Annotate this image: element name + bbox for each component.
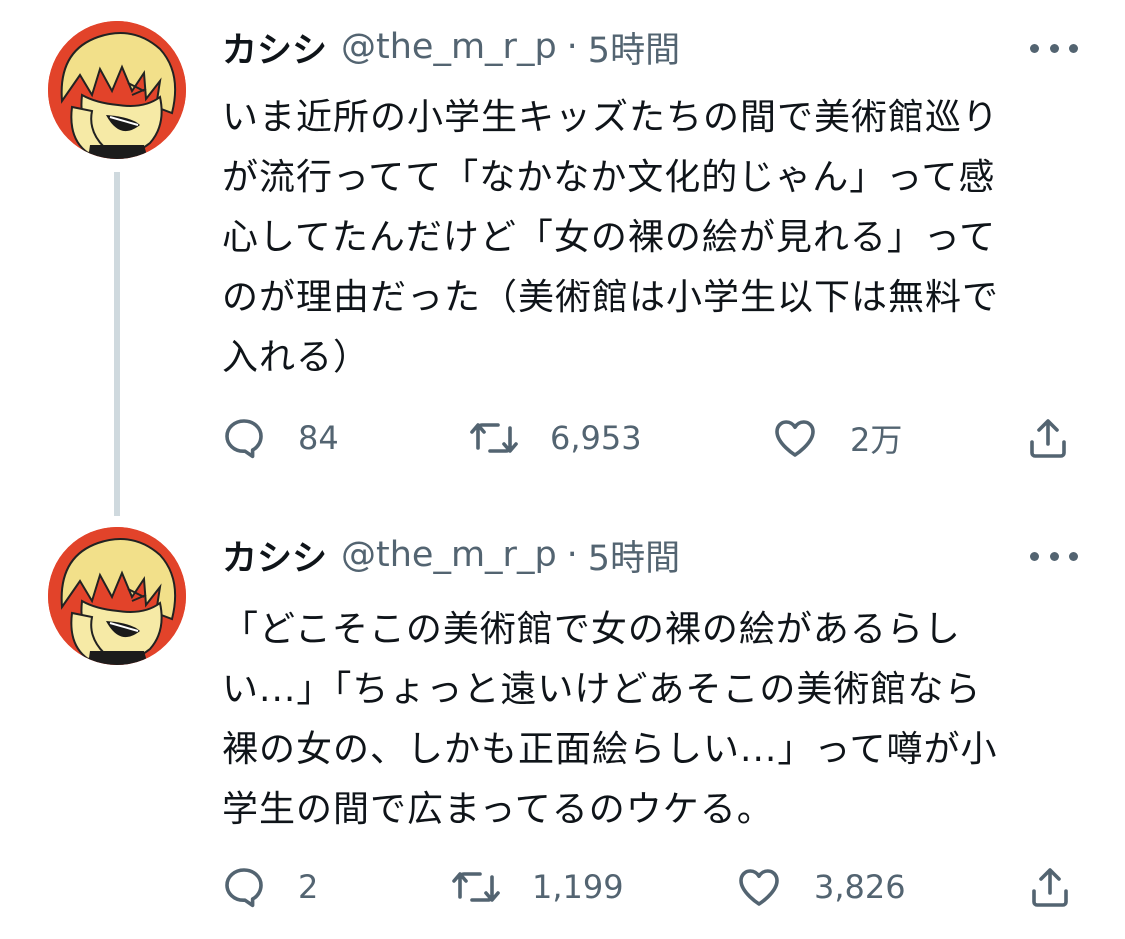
tweet[interactable]: カシシ @the_m_r_p · 5時間 いま近所の小学生キッズたちの間で美術館… <box>0 0 1125 516</box>
ellipsis-icon <box>1030 43 1039 53</box>
separator-dot: · <box>566 535 578 575</box>
tweet-actions: 84 6,953 2万 <box>0 408 1125 468</box>
tweet-actions: 2 1,199 3,826 <box>0 857 1125 917</box>
retweet-arrows-icon <box>450 863 502 911</box>
retweet-arrows-icon <box>468 414 520 462</box>
tweet[interactable]: カシシ @the_m_r_p · 5時間 「どこそこの美術館で女の裸の絵があるら… <box>0 510 1125 939</box>
more-options-button[interactable] <box>1030 546 1078 566</box>
user-handle[interactable]: @the_m_r_p <box>341 535 557 575</box>
ellipsis-icon <box>1030 551 1039 561</box>
display-name[interactable]: カシシ <box>222 530 327 581</box>
tweet-timestamp[interactable]: 5時間 <box>588 22 680 73</box>
like-count: 3,826 <box>814 868 906 906</box>
reply-button[interactable]: 2 <box>220 857 318 917</box>
retweet-button[interactable]: 6,953 <box>468 408 642 468</box>
like-button[interactable]: 2万 <box>770 408 902 468</box>
separator-dot: · <box>566 27 578 67</box>
tweet-text: 「どこそこの美術館で女の裸の絵があるらし い...」「ちょっと遠いけどあそこの美… <box>222 609 998 830</box>
like-count: 2万 <box>850 421 903 459</box>
share-upload-icon <box>1026 863 1074 911</box>
share-upload-icon <box>1024 414 1072 462</box>
heart-icon <box>734 863 784 911</box>
share-button[interactable] <box>1026 857 1074 917</box>
user-handle[interactable]: @the_m_r_p <box>341 27 557 67</box>
display-name[interactable]: カシシ <box>222 22 327 73</box>
heart-icon <box>770 414 820 462</box>
avatar[interactable] <box>48 527 186 665</box>
speech-bubble-icon <box>220 863 268 911</box>
retweet-count: 1,199 <box>532 868 624 906</box>
retweet-count: 6,953 <box>550 419 642 457</box>
speech-bubble-icon <box>220 414 268 462</box>
avatar[interactable] <box>48 21 186 159</box>
retweet-button[interactable]: 1,199 <box>450 857 624 917</box>
reply-button[interactable]: 84 <box>220 408 339 468</box>
tweet-header: カシシ @the_m_r_p · 5時間 <box>222 17 680 77</box>
reply-count: 2 <box>298 868 319 906</box>
more-options-button[interactable] <box>1030 38 1078 58</box>
tweet-header: カシシ @the_m_r_p · 5時間 <box>222 525 680 585</box>
tweet-text: いま近所の小学生キッズたちの間で美術館巡り が流行ってて「なかなか文化的じゃん」… <box>222 97 1000 378</box>
share-button[interactable] <box>1024 408 1072 468</box>
tweet-timestamp[interactable]: 5時間 <box>588 530 680 581</box>
like-button[interactable]: 3,826 <box>734 857 906 917</box>
reply-count: 84 <box>298 419 339 457</box>
